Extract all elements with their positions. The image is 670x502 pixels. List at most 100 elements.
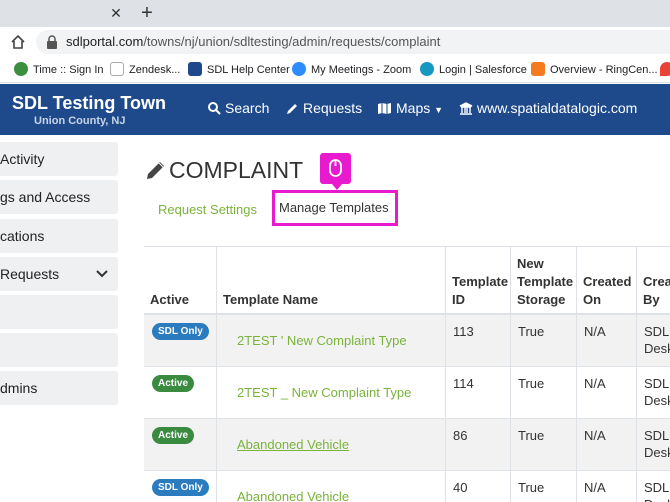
- sidebar-item-admins[interactable]: dmins: [0, 371, 118, 405]
- cell-created-on: N/A: [576, 419, 636, 471]
- created-on-value: N/A: [584, 428, 606, 443]
- tab-request-settings[interactable]: Request Settings: [158, 202, 257, 217]
- sidebar-item-applications[interactable]: cations: [0, 219, 118, 253]
- bookmarks-bar: Time :: Sign In Zendesk... SDL Help Cent…: [0, 57, 670, 83]
- template-id-value: 113: [453, 324, 474, 339]
- nav-search-label: Search: [225, 100, 270, 116]
- bookmark-sdl-help[interactable]: SDL Help Center: [188, 61, 290, 79]
- cell-id: 86: [445, 419, 510, 471]
- bookmark-label: Zendesk...: [129, 64, 181, 76]
- app-subtitle: Union County, NJ: [34, 115, 126, 127]
- bookmark-label: My Meetings - Zoom: [311, 64, 412, 76]
- nav-maps[interactable]: Maps ▼: [377, 100, 443, 116]
- sidebar-item-blank-2[interactable]: [0, 333, 118, 367]
- sdl-icon: [188, 62, 202, 76]
- new-tab-icon[interactable]: +: [138, 3, 156, 23]
- building-icon: [459, 102, 473, 115]
- cell-storage: True: [510, 367, 576, 419]
- url-host: sdlportal.com: [66, 34, 144, 49]
- zendesk-icon: [110, 62, 124, 76]
- home-icon[interactable]: [10, 34, 26, 50]
- template-name-link[interactable]: Abandoned Vehicle: [237, 489, 349, 502]
- nav-search[interactable]: Search: [208, 100, 269, 116]
- status-badge: Active: [152, 427, 195, 444]
- salesforce-icon: [420, 62, 434, 76]
- storage-value: True: [518, 428, 545, 443]
- sidebar-item-label: Requests: [0, 266, 60, 282]
- app-title[interactable]: SDL Testing Town: [12, 93, 166, 114]
- bookmark-ringcentral[interactable]: Overview - RingCen...: [531, 61, 658, 79]
- bookmark-zoom[interactable]: My Meetings - Zoom: [292, 61, 411, 79]
- created-on-value: N/A: [584, 480, 606, 495]
- mouse-icon: [329, 159, 342, 177]
- cell-storage: True: [510, 419, 576, 471]
- cell-name: 2TEST ' New Complaint Type: [216, 315, 445, 367]
- col-template-id-label: Template ID: [452, 274, 509, 307]
- map-icon: [378, 103, 391, 114]
- sidebar: Activity gs and Access cations Requests …: [0, 135, 135, 502]
- cell-created-by: SDL Desk: [636, 419, 670, 471]
- status-badge: Active: [152, 375, 195, 392]
- col-created-by: Crea By: [636, 247, 670, 315]
- nav-maps-label: Maps: [396, 100, 431, 116]
- page-title: COMPLAINT: [145, 157, 303, 184]
- template-name-link[interactable]: 2TEST ' New Complaint Type: [237, 333, 407, 348]
- template-id-value: 40: [453, 480, 468, 495]
- template-name-link[interactable]: 2TEST _ New Complaint Type: [237, 385, 411, 400]
- click-indicator-badge: [320, 153, 351, 190]
- created-on-value: N/A: [584, 324, 606, 339]
- maps-pin-icon: [660, 62, 670, 76]
- col-created-on-label: Created On: [583, 274, 632, 307]
- template-name-link[interactable]: Abandoned Vehicle: [237, 437, 349, 452]
- nav-website[interactable]: www.spatialdatalogic.com: [459, 100, 637, 116]
- bookmark-salesforce[interactable]: Login | Salesforce: [420, 61, 527, 79]
- created-by-value: SDL Desk: [644, 480, 670, 502]
- cell-name: Abandoned Vehicle: [216, 419, 445, 471]
- col-created-by-label: Crea By: [643, 274, 670, 307]
- bookmark-label: SDL Help Center: [207, 64, 290, 76]
- sidebar-item-blank-1[interactable]: [0, 295, 118, 329]
- nav-requests[interactable]: Requests: [286, 100, 362, 116]
- sidebar-item-label: dmins: [0, 380, 38, 396]
- cell-id: 114: [445, 367, 510, 419]
- bookmark-label: Time :: Sign In: [33, 64, 104, 76]
- browser-tab-strip: ✕ +: [0, 0, 670, 27]
- bookmark-zendesk[interactable]: Zendesk...: [110, 61, 180, 79]
- cell-id: 40: [445, 471, 510, 502]
- nav-website-label: www.spatialdatalogic.com: [477, 100, 638, 116]
- bookmark-label: Login | Salesforce: [439, 64, 527, 76]
- tab-manage-templates[interactable]: Manage Templates: [272, 190, 398, 226]
- cell-name: 2TEST _ New Complaint Type: [216, 367, 445, 419]
- close-tab-icon[interactable]: ✕: [108, 5, 124, 21]
- status-badge: SDL Only: [152, 323, 209, 340]
- col-created-on: Created On: [576, 247, 636, 315]
- sidebar-item-requests[interactable]: Requests: [0, 257, 118, 291]
- template-id-value: 114: [453, 376, 474, 391]
- sidebar-item-label: Activity: [0, 151, 45, 167]
- templates-table: Active Template Name Template ID New Tem…: [144, 246, 670, 502]
- sidebar-item-label: gs and Access: [0, 189, 91, 205]
- cell-created-on: N/A: [576, 471, 636, 502]
- url-field[interactable]: sdlportal.com/towns/nj/union/sdltesting/…: [36, 30, 670, 54]
- app-header: SDL Testing Town Union County, NJ Search…: [0, 84, 670, 135]
- bookmark-maps[interactable]: [660, 61, 670, 79]
- cell-created-on: N/A: [576, 315, 636, 367]
- cell-created-on: N/A: [576, 367, 636, 419]
- cell-active: SDL Only: [144, 315, 216, 367]
- caret-down-icon: ▼: [434, 105, 444, 115]
- sidebar-item-settings-access[interactable]: gs and Access: [0, 180, 118, 214]
- bookmark-time[interactable]: Time :: Sign In: [14, 61, 104, 79]
- cell-name: Abandoned Vehicle: [216, 471, 445, 502]
- storage-value: True: [518, 324, 545, 339]
- cell-storage: True: [510, 471, 576, 502]
- sidebar-item-activity[interactable]: Activity: [0, 142, 118, 176]
- cell-created-by: SDL Desk: [636, 471, 670, 502]
- pencil-icon: [287, 104, 297, 114]
- lock-icon: [47, 35, 57, 49]
- cell-id: 113: [445, 315, 510, 367]
- table-row: Active 2TEST _ New Complaint Type 114 Tr…: [144, 367, 670, 419]
- created-on-value: N/A: [584, 376, 606, 391]
- cell-created-by: SDL Desk: [636, 315, 670, 367]
- address-bar: sdlportal.com/towns/nj/union/sdltesting/…: [0, 27, 670, 57]
- search-icon: [208, 102, 221, 115]
